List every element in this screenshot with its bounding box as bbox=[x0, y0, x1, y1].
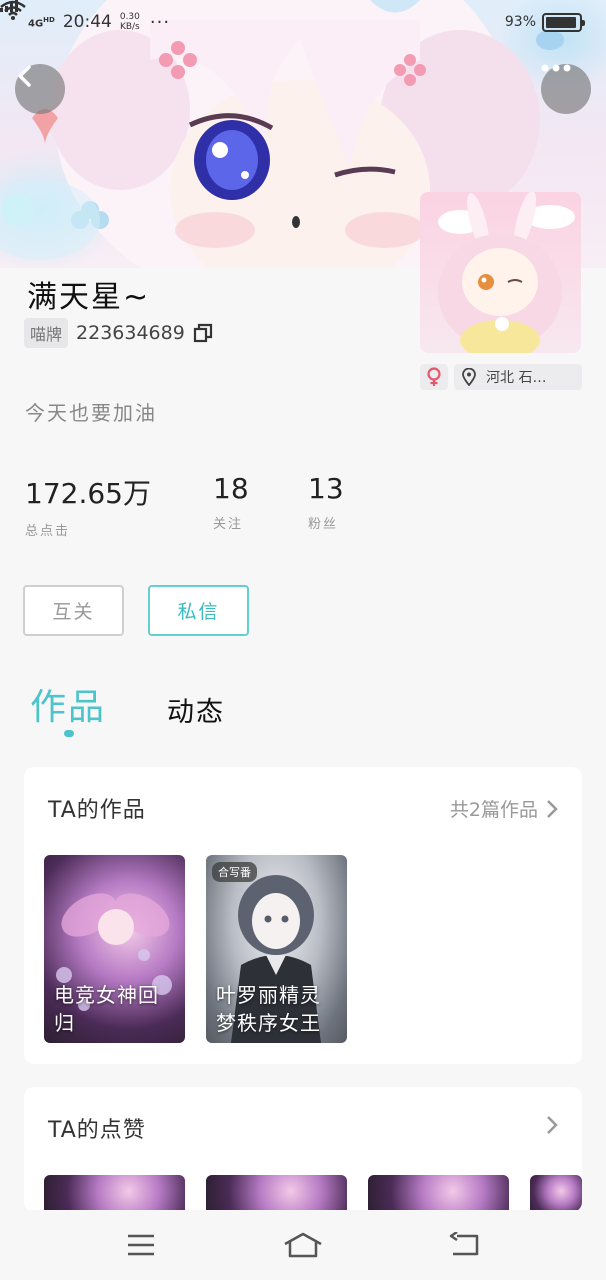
view-all-works-link[interactable]: 共2篇作品 bbox=[450, 795, 558, 822]
works-count: 共2篇作品 bbox=[449, 799, 538, 821]
collab-badge: 合写番 bbox=[212, 862, 257, 882]
copy-id-button[interactable] bbox=[193, 323, 213, 343]
system-nav-bar bbox=[0, 1210, 606, 1280]
battery-level bbox=[546, 16, 576, 28]
ellipsis-icon bbox=[541, 64, 571, 72]
back-nav-button[interactable] bbox=[435, 1220, 495, 1270]
likes-card-title: TA的点赞 bbox=[48, 1118, 146, 1143]
stat-followers[interactable]: 13 粉丝 bbox=[308, 472, 344, 532]
back-button[interactable] bbox=[15, 64, 65, 114]
home-nav-button[interactable] bbox=[273, 1220, 333, 1270]
liked-item[interactable] bbox=[368, 1175, 509, 1212]
private-message-button[interactable]: 私信 bbox=[148, 585, 249, 636]
notification-dots: ··· bbox=[149, 11, 171, 33]
liked-item[interactable] bbox=[206, 1175, 347, 1212]
speed-value: 0.30 bbox=[119, 12, 140, 22]
network-type: 4G bbox=[28, 18, 44, 30]
location-tag: 河北 石… bbox=[454, 364, 582, 390]
tab-dynamic[interactable]: 动态 bbox=[167, 690, 225, 729]
user-id-row: 喵牌 223634689 bbox=[24, 318, 213, 348]
active-tab-indicator bbox=[64, 730, 74, 737]
stat-label: 关注 bbox=[213, 517, 244, 532]
liked-item[interactable] bbox=[44, 1175, 185, 1212]
tab-works[interactable]: 作品 bbox=[30, 678, 106, 730]
view-all-likes-link[interactable] bbox=[546, 1115, 558, 1135]
location-pin-icon bbox=[462, 368, 476, 386]
return-icon bbox=[449, 1232, 479, 1256]
status-bar: 4GHD 20:44 0.30 KB/s ··· 93% bbox=[0, 0, 606, 44]
work-caption: 叶罗丽精灵梦秩序女王 bbox=[216, 983, 321, 1035]
female-icon bbox=[427, 367, 441, 386]
stat-total-clicks: 172.65万 总点击 bbox=[25, 472, 151, 539]
chevron-right-icon bbox=[547, 799, 558, 818]
menu-icon bbox=[128, 1234, 154, 1256]
avatar[interactable] bbox=[420, 192, 581, 353]
stat-label: 粉丝 bbox=[308, 517, 339, 532]
mutual-follow-button[interactable]: 互关 bbox=[23, 585, 124, 636]
work-caption: 电竞女神回归 bbox=[54, 983, 159, 1035]
works-card-title: TA的作品 bbox=[48, 798, 146, 823]
gender-tag bbox=[420, 364, 448, 390]
chevron-right-icon bbox=[547, 1116, 558, 1134]
chevron-left-icon bbox=[18, 65, 31, 87]
stat-value: 172.65万 bbox=[25, 477, 151, 510]
network-speed: 0.30 KB/s bbox=[120, 12, 140, 32]
menu-nav-button[interactable] bbox=[111, 1220, 171, 1270]
speed-unit: KB/s bbox=[119, 22, 140, 32]
id-label: 喵牌 bbox=[24, 318, 69, 348]
status-time: 20:44 bbox=[62, 12, 112, 32]
copy-icon bbox=[193, 323, 212, 343]
location-text: 河北 石… bbox=[486, 370, 547, 386]
work-item[interactable]: 合写番 叶罗丽精灵梦秩序女王 bbox=[206, 855, 347, 1043]
avatar-artwork bbox=[438, 192, 575, 353]
home-icon bbox=[284, 1232, 322, 1258]
works-card: TA的作品 共2篇作品 电竞女神回归 合写番 叶罗丽精灵梦秩序女王 bbox=[24, 767, 582, 1064]
likes-card: TA的点赞 bbox=[24, 1087, 582, 1212]
profile-tabs: 作品 动态 bbox=[30, 678, 570, 738]
network-hd: HD bbox=[43, 15, 55, 24]
id-number: 223634689 bbox=[76, 322, 185, 344]
battery-percent: 93% bbox=[504, 14, 536, 30]
stat-following[interactable]: 18 关注 bbox=[213, 472, 249, 532]
wifi-icon bbox=[0, 0, 26, 20]
profile-name: 满天星~ bbox=[27, 280, 151, 315]
stat-value: 18 bbox=[213, 472, 249, 505]
stat-label: 总点击 bbox=[25, 524, 71, 539]
profile-bio: 今天也要加油 bbox=[25, 401, 157, 425]
network-indicator: 4GHD bbox=[0, 0, 55, 30]
user-tags: 河北 石… bbox=[420, 364, 582, 390]
stat-value: 13 bbox=[308, 472, 344, 505]
battery-icon bbox=[542, 12, 585, 32]
liked-item[interactable] bbox=[530, 1175, 582, 1212]
more-options-button[interactable] bbox=[541, 64, 591, 114]
work-item[interactable]: 电竞女神回归 bbox=[44, 855, 185, 1043]
